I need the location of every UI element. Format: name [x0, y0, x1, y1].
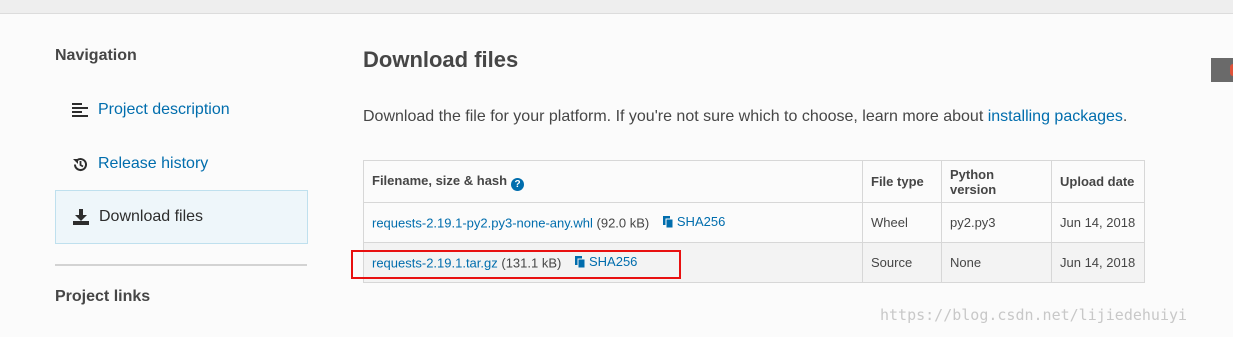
navigation-heading: Navigation	[55, 47, 137, 64]
main-content: Download files Download the file for you…	[363, 44, 1163, 283]
header-upload-date: Upload date	[1051, 160, 1145, 203]
installing-packages-link[interactable]: installing packages	[988, 108, 1123, 125]
header-filename: Filename, size & hash?	[363, 160, 863, 203]
file-size: (92.0 kB)	[596, 215, 650, 231]
watermark: https://blog.csdn.net/lijiedehuiyi	[880, 306, 1188, 324]
help-icon[interactable]: ?	[511, 177, 525, 191]
table-row: requests-2.19.1-py2.py3-none-any.whl (92…	[363, 202, 1145, 243]
sidebar-item-label: Download files	[99, 208, 204, 225]
file-type-cell: Source	[862, 242, 942, 283]
python-version-cell: None	[941, 242, 1052, 283]
sidebar-item-download-files[interactable]: Download files	[55, 190, 308, 244]
header-file-type: File type	[862, 160, 942, 203]
sidebar-item-release-history[interactable]: Release history	[55, 137, 307, 191]
browser-top-bar	[0, 0, 1233, 14]
filename-cell: requests-2.19.1-py2.py3-none-any.whl (92…	[363, 202, 863, 243]
sha256-label: SHA256	[676, 214, 726, 230]
red-highlight-box	[351, 250, 681, 279]
intro-text: Download the file for your platform. If …	[363, 108, 988, 125]
sidebar-item-project-description[interactable]: Project description	[55, 83, 307, 137]
sidebar-item-label: Project description	[98, 101, 230, 118]
sidebar-item-label: Release history	[98, 155, 209, 172]
intro-paragraph: Download the file for your platform. If …	[363, 108, 1127, 126]
sha256-button[interactable]: SHA256	[662, 214, 726, 230]
upload-date-cell: Jun 14, 2018	[1051, 242, 1145, 283]
upload-date-cell: Jun 14, 2018	[1051, 202, 1145, 243]
intro-end: .	[1122, 108, 1128, 125]
project-links-heading: Project links	[55, 288, 151, 305]
python-version-cell: py2.py3	[941, 202, 1052, 243]
download-icon	[72, 208, 90, 226]
copy-icon	[662, 215, 674, 228]
table-header-row: Filename, size & hash? File type Python …	[363, 160, 1145, 203]
file-type-cell: Wheel	[862, 202, 942, 243]
sidebar: Navigation Project description Release h…	[55, 44, 308, 305]
page-title: Download files	[363, 47, 519, 72]
header-python-version: Python version	[941, 160, 1052, 203]
list-icon	[71, 101, 89, 119]
sidebar-divider	[55, 264, 307, 266]
header-filename-label: Filename, size & hash	[372, 172, 508, 188]
file-link[interactable]: requests-2.19.1-py2.py3-none-any.whl	[372, 216, 593, 231]
side-widget[interactable]	[1211, 58, 1233, 82]
history-icon	[71, 155, 89, 173]
